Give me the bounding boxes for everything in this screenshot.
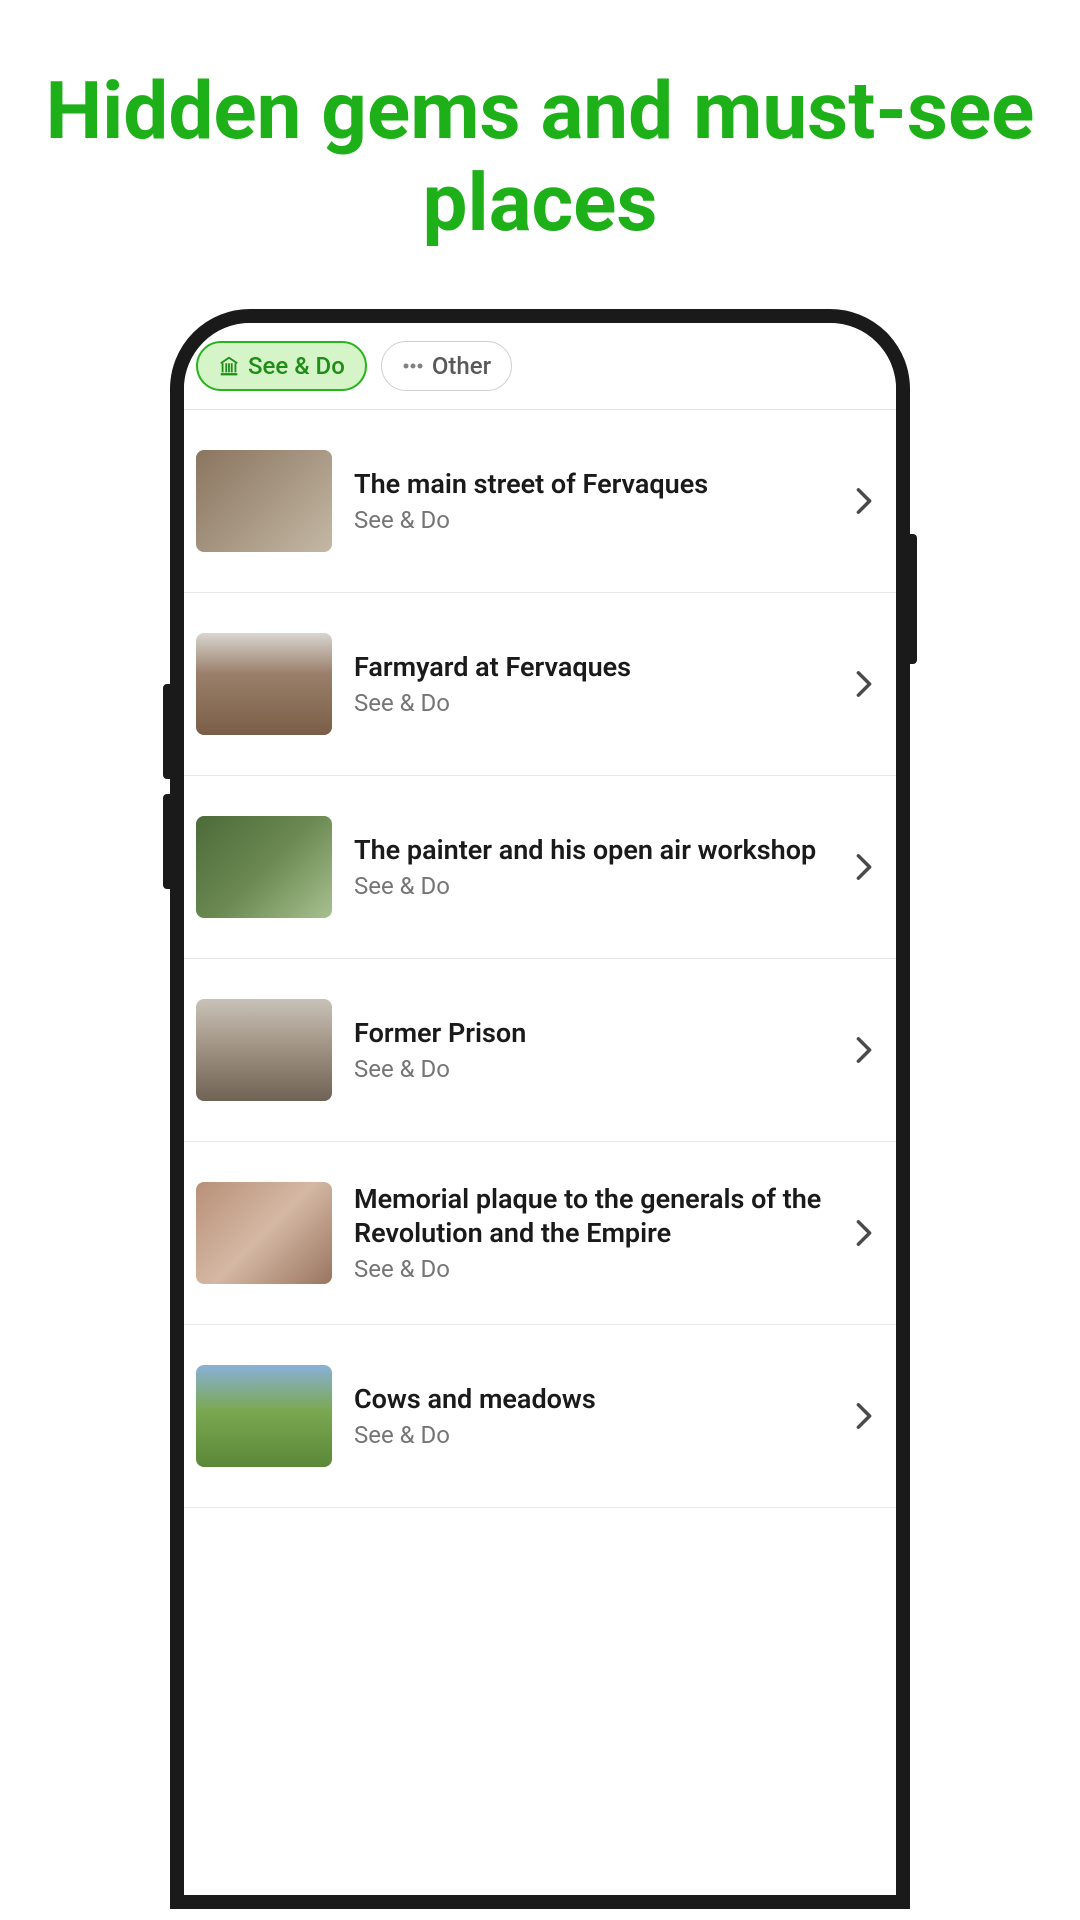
place-category: See & Do: [354, 1255, 840, 1283]
chevron-right-icon: [848, 851, 880, 883]
place-category: See & Do: [354, 506, 840, 534]
place-title: Former Prison: [354, 1017, 840, 1051]
chevron-right-icon: [848, 1034, 880, 1066]
place-title: Farmyard at Fervaques: [354, 651, 840, 685]
app-screen: See & Do Other: [184, 323, 896, 1895]
place-category: See & Do: [354, 1421, 840, 1449]
place-thumbnail: [196, 633, 332, 735]
place-thumbnail: [196, 1365, 332, 1467]
filter-chip-other[interactable]: Other: [381, 341, 512, 391]
list-item[interactable]: Former Prison See & Do: [184, 959, 896, 1142]
list-item[interactable]: Memorial plaque to the generals of the R…: [184, 1142, 896, 1325]
place-title: The painter and his open air workshop: [354, 834, 840, 868]
chevron-right-icon: [848, 1400, 880, 1432]
museum-icon: [218, 355, 240, 377]
list-item[interactable]: The painter and his open air workshop Se…: [184, 776, 896, 959]
filter-chip-label: Other: [432, 352, 491, 380]
chevron-right-icon: [848, 668, 880, 700]
phone-mockup: See & Do Other: [170, 309, 910, 1909]
ellipsis-icon: [402, 362, 424, 370]
list-item-text: Cows and meadows See & Do: [354, 1383, 840, 1449]
place-thumbnail: [196, 450, 332, 552]
places-list: The main street of Fervaques See & Do Fa…: [184, 410, 896, 1895]
page-headline: Hidden gems and must-see places: [0, 0, 1080, 309]
filter-chip-see-and-do[interactable]: See & Do: [196, 341, 367, 391]
place-category: See & Do: [354, 1055, 840, 1083]
place-category: See & Do: [354, 689, 840, 717]
phone-frame: See & Do Other: [170, 309, 910, 1909]
place-thumbnail: [196, 816, 332, 918]
place-thumbnail: [196, 999, 332, 1101]
place-title: The main street of Fervaques: [354, 468, 840, 502]
chevron-right-icon: [848, 1217, 880, 1249]
phone-power-button: [910, 534, 917, 664]
filter-chip-label: See & Do: [248, 352, 345, 380]
phone-volume-up: [163, 684, 170, 779]
filter-bar: See & Do Other: [184, 323, 896, 410]
list-item[interactable]: The main street of Fervaques See & Do: [184, 410, 896, 593]
list-item[interactable]: Farmyard at Fervaques See & Do: [184, 593, 896, 776]
place-thumbnail: [196, 1182, 332, 1284]
list-item[interactable]: Cows and meadows See & Do: [184, 1325, 896, 1508]
place-category: See & Do: [354, 872, 840, 900]
list-item-text: Memorial plaque to the generals of the R…: [354, 1183, 840, 1283]
chevron-right-icon: [848, 485, 880, 517]
place-title: Memorial plaque to the generals of the R…: [354, 1183, 840, 1251]
list-item-text: Farmyard at Fervaques See & Do: [354, 651, 840, 717]
place-title: Cows and meadows: [354, 1383, 840, 1417]
phone-volume-down: [163, 794, 170, 889]
list-item-text: The painter and his open air workshop Se…: [354, 834, 840, 900]
list-item-text: The main street of Fervaques See & Do: [354, 468, 840, 534]
list-item-text: Former Prison See & Do: [354, 1017, 840, 1083]
